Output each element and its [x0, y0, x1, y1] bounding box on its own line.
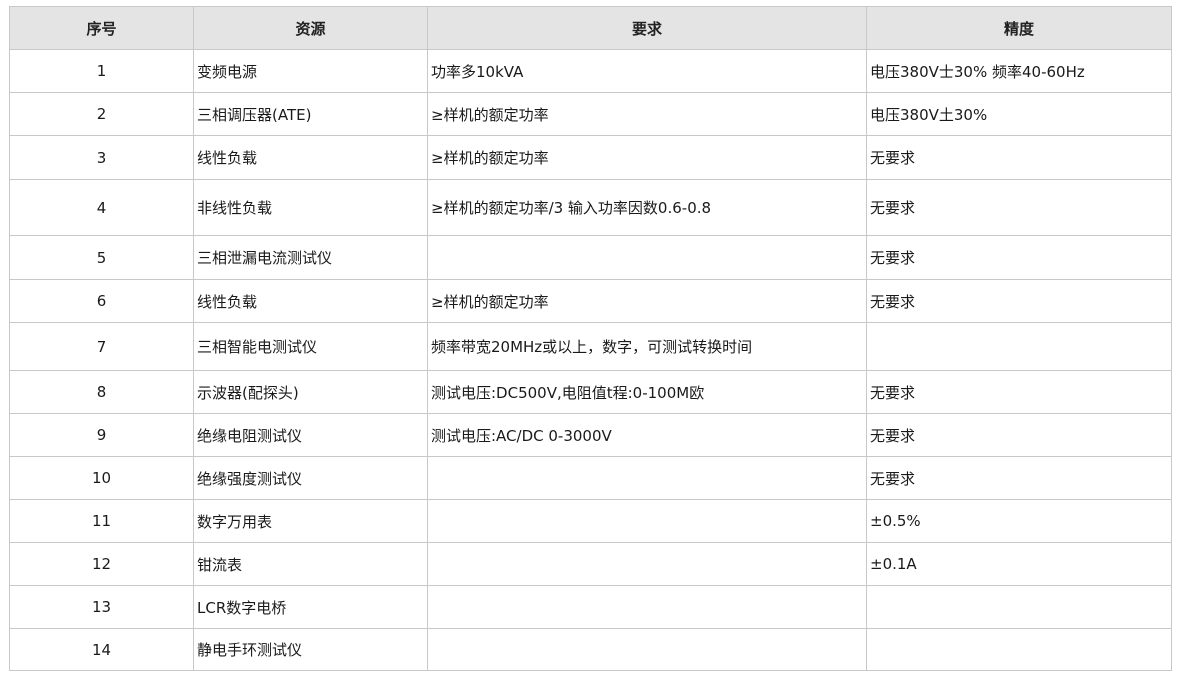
cell-serial-number: 9 [9, 413, 194, 457]
cell-resource: 绝缘强度测试仪 [193, 456, 428, 500]
header-resource: 资源 [193, 6, 428, 50]
resource-requirements-table: 序号 资源 要求 精度 1 变频电源 功率多10kVA 电压380V士30% 频… [9, 6, 1172, 671]
table-row: 3 线性负载 ≥样机的额定功率 无要求 [9, 135, 1172, 180]
cell-serial-number: 1 [9, 49, 194, 93]
cell-serial-number: 4 [9, 179, 194, 236]
cell-resource: 示波器(配探头) [193, 370, 428, 414]
cell-requirement [427, 628, 867, 671]
cell-accuracy: 电压380V士30% 频率40-60Hz [866, 49, 1172, 93]
cell-resource: 钳流表 [193, 542, 428, 586]
cell-accuracy: ±0.1A [866, 542, 1172, 586]
cell-accuracy: 无要求 [866, 235, 1172, 280]
table-row: 6 线性负载 ≥样机的额定功率 无要求 [9, 279, 1172, 323]
cell-accuracy: 电压380V土30% [866, 92, 1172, 136]
header-accuracy: 精度 [866, 6, 1172, 50]
header-serial-number: 序号 [9, 6, 194, 50]
cell-resource: 线性负载 [193, 279, 428, 323]
cell-resource: LCR数字电桥 [193, 585, 428, 629]
cell-serial-number: 11 [9, 499, 194, 543]
cell-serial-number: 12 [9, 542, 194, 586]
page: 序号 资源 要求 精度 1 变频电源 功率多10kVA 电压380V士30% 频… [0, 0, 1177, 680]
cell-resource: 三相调压器(ATE) [193, 92, 428, 136]
cell-serial-number: 13 [9, 585, 194, 629]
cell-requirement: 测试电压:AC/DC 0-3000V [427, 413, 867, 457]
cell-serial-number: 7 [9, 322, 194, 371]
cell-resource: 三相智能电测试仪 [193, 322, 428, 371]
table-row: 10 绝缘强度测试仪 无要求 [9, 456, 1172, 500]
cell-requirement: ≥样机的额定功率 [427, 279, 867, 323]
cell-requirement [427, 235, 867, 280]
cell-requirement: ≥样机的额定功率 [427, 135, 867, 180]
cell-accuracy [866, 628, 1172, 671]
table-row: 14 静电手环测试仪 [9, 628, 1172, 671]
table-row: 5 三相泄漏电流测试仪 无要求 [9, 235, 1172, 280]
cell-requirement [427, 542, 867, 586]
cell-resource: 数字万用表 [193, 499, 428, 543]
cell-resource: 静电手环测试仪 [193, 628, 428, 671]
cell-requirement: ≥样机的额定功率 [427, 92, 867, 136]
cell-accuracy: ±0.5% [866, 499, 1172, 543]
table-row: 11 数字万用表 ±0.5% [9, 499, 1172, 543]
cell-accuracy: 无要求 [866, 279, 1172, 323]
table-header-row: 序号 资源 要求 精度 [9, 6, 1172, 50]
cell-requirement: 测试电压:DC500V,电阻值t程:0-100M欧 [427, 370, 867, 414]
cell-accuracy: 无要求 [866, 413, 1172, 457]
cell-serial-number: 6 [9, 279, 194, 323]
cell-requirement: 功率多10kVA [427, 49, 867, 93]
cell-accuracy [866, 322, 1172, 371]
cell-requirement: ≥样机的额定功率/3 输入功率因数0.6-0.8 [427, 179, 867, 236]
cell-accuracy: 无要求 [866, 370, 1172, 414]
cell-accuracy: 无要求 [866, 179, 1172, 236]
cell-serial-number: 5 [9, 235, 194, 280]
table-row: 9 绝缘电阻测试仪 测试电压:AC/DC 0-3000V 无要求 [9, 413, 1172, 457]
cell-serial-number: 3 [9, 135, 194, 180]
cell-requirement [427, 456, 867, 500]
cell-serial-number: 8 [9, 370, 194, 414]
cell-requirement [427, 585, 867, 629]
cell-resource: 变频电源 [193, 49, 428, 93]
header-requirement: 要求 [427, 6, 867, 50]
cell-requirement: 频率带宽20MHz或以上，数字，可测试转换时间 [427, 322, 867, 371]
table-row: 13 LCR数字电桥 [9, 585, 1172, 629]
cell-resource: 绝缘电阻测试仪 [193, 413, 428, 457]
cell-resource: 三相泄漏电流测试仪 [193, 235, 428, 280]
table-row: 1 变频电源 功率多10kVA 电压380V士30% 频率40-60Hz [9, 49, 1172, 93]
cell-accuracy: 无要求 [866, 135, 1172, 180]
table-row: 2 三相调压器(ATE) ≥样机的额定功率 电压380V土30% [9, 92, 1172, 136]
cell-serial-number: 14 [9, 628, 194, 671]
cell-serial-number: 2 [9, 92, 194, 136]
cell-serial-number: 10 [9, 456, 194, 500]
table-row: 12 钳流表 ±0.1A [9, 542, 1172, 586]
cell-accuracy [866, 585, 1172, 629]
table-row: 7 三相智能电测试仪 频率带宽20MHz或以上，数字，可测试转换时间 [9, 322, 1172, 371]
cell-resource: 线性负载 [193, 135, 428, 180]
table-row: 8 示波器(配探头) 测试电压:DC500V,电阻值t程:0-100M欧 无要求 [9, 370, 1172, 414]
table-row: 4 非线性负载 ≥样机的额定功率/3 输入功率因数0.6-0.8 无要求 [9, 179, 1172, 236]
cell-requirement [427, 499, 867, 543]
cell-accuracy: 无要求 [866, 456, 1172, 500]
cell-resource: 非线性负载 [193, 179, 428, 236]
